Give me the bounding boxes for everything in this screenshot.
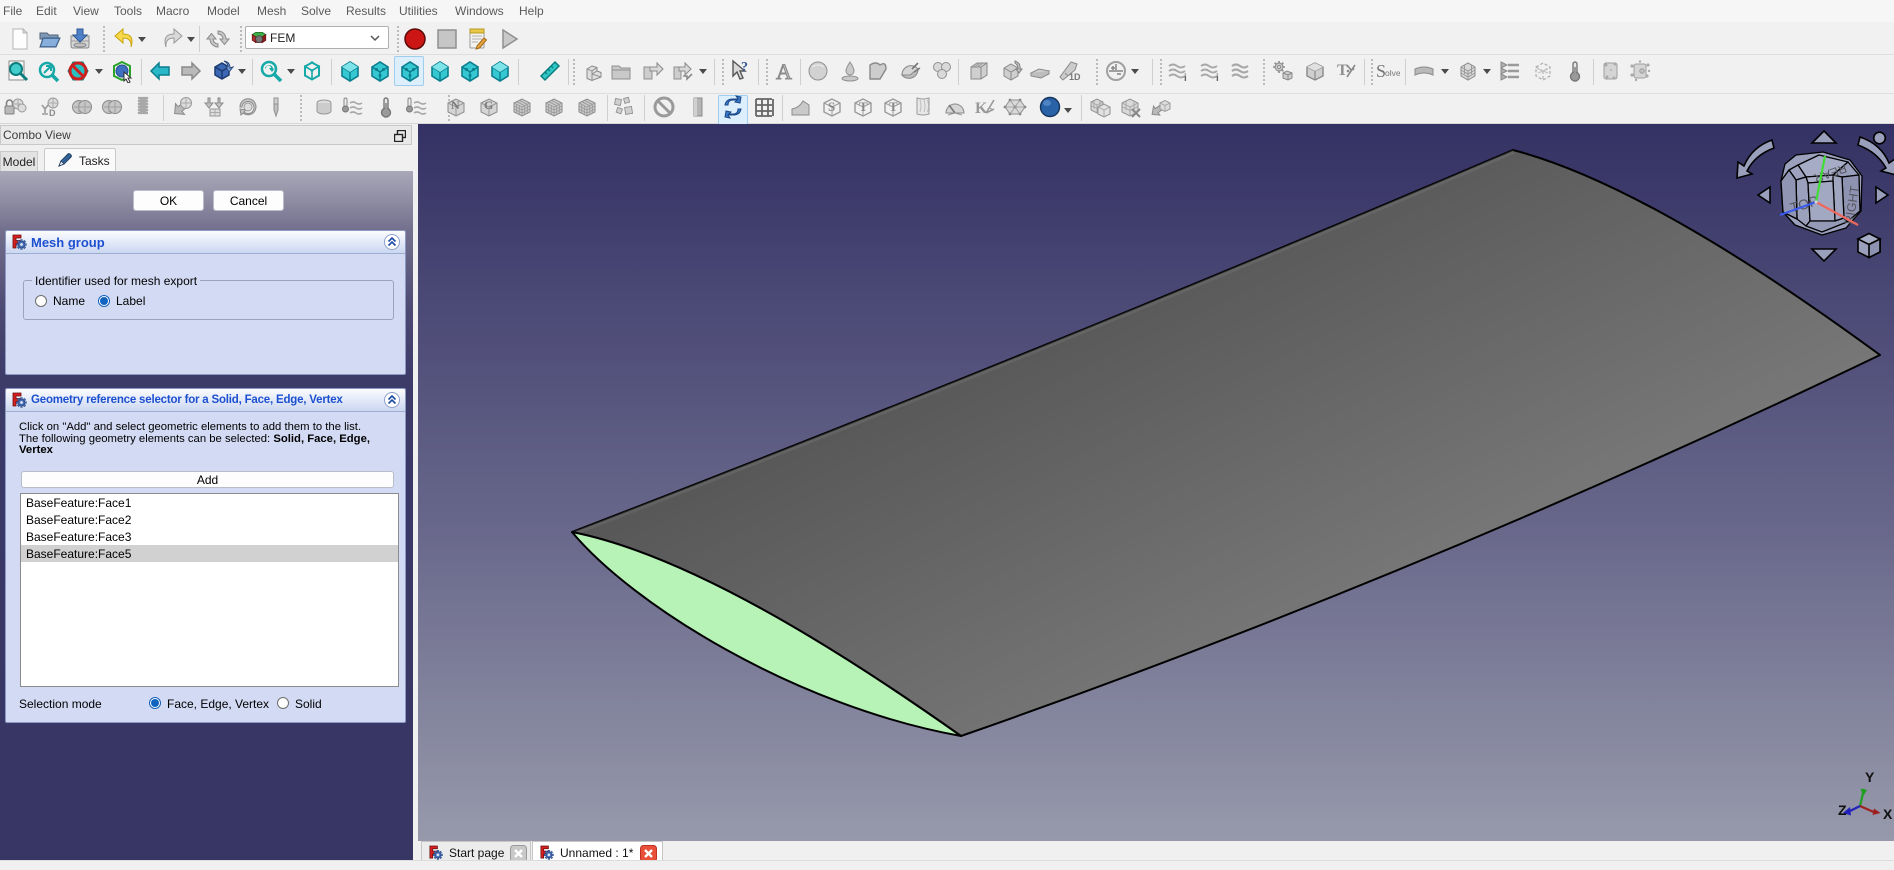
svg-text:X: X bbox=[1883, 806, 1893, 822]
svg-text:Z: Z bbox=[1838, 802, 1847, 818]
svg-text:Y: Y bbox=[1865, 769, 1875, 785]
